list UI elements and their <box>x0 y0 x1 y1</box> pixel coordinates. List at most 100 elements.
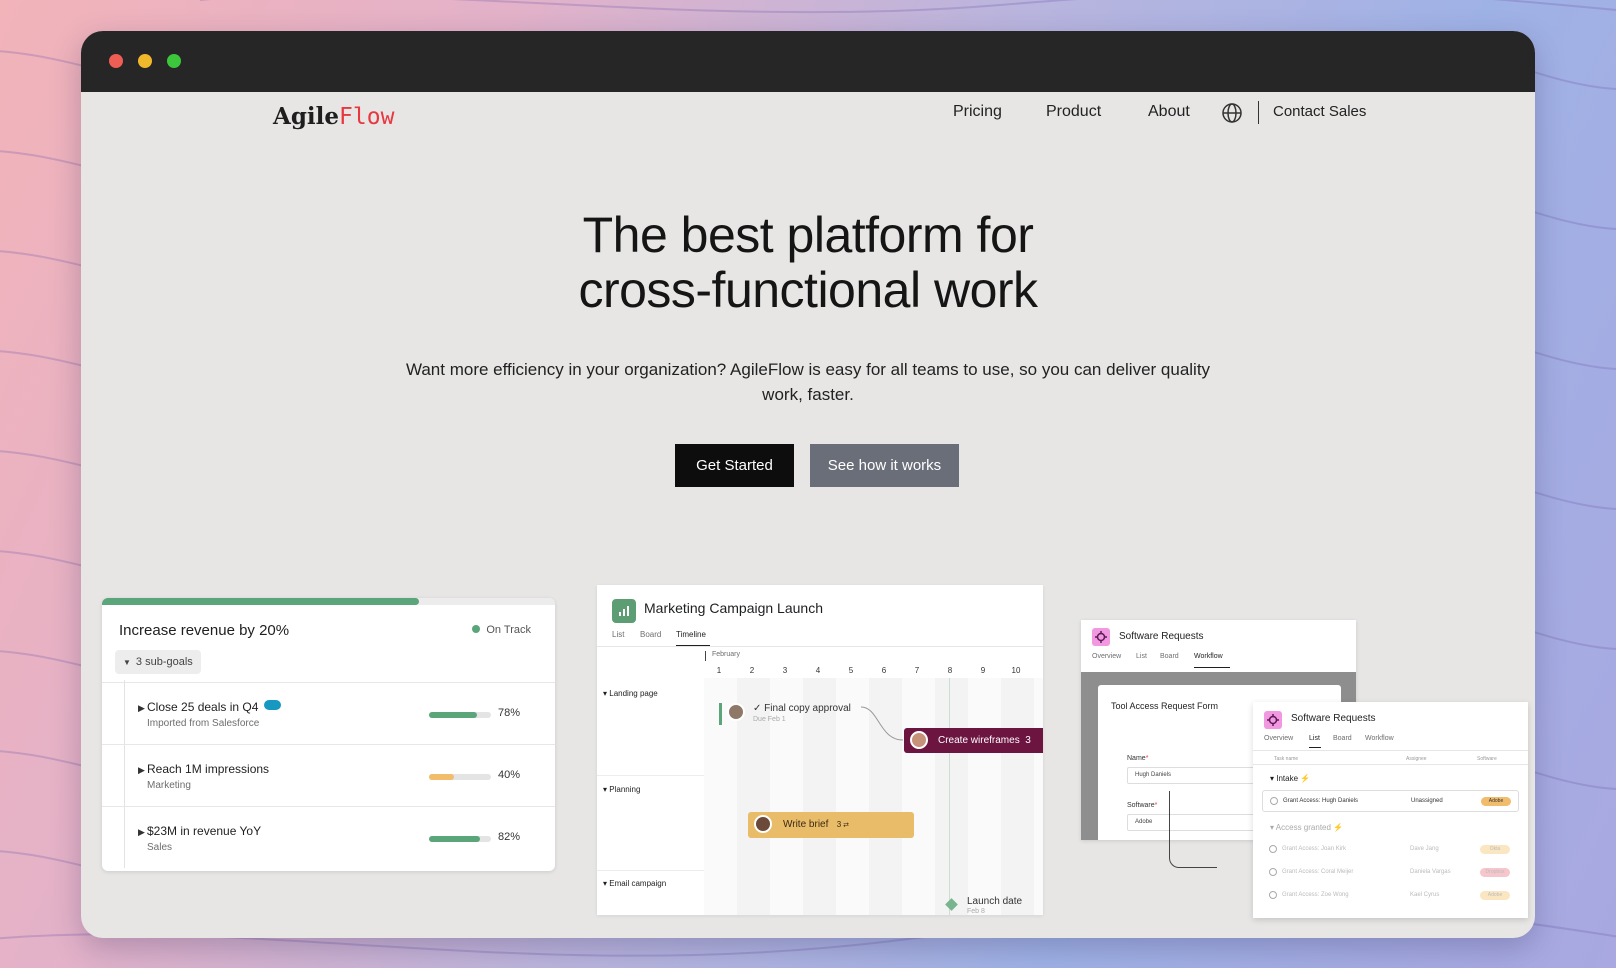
subgoal-name: Reach 1M impressions <box>147 762 270 776</box>
hero-title-line2: cross-functional work <box>578 262 1038 318</box>
month-label: February <box>705 651 740 661</box>
day-label: 9 <box>980 666 986 675</box>
milestone-launch-date[interactable]: Launch date <box>967 896 1022 907</box>
subgoal-percent: 40% <box>498 769 521 781</box>
task-create-wireframes[interactable]: Create wireframes 3 <box>904 728 1043 753</box>
subtask-icon: ⇄ <box>841 822 849 829</box>
gear-icon <box>1092 628 1110 646</box>
active-tab-underline <box>1309 747 1321 748</box>
subgoals-label: 3 sub-goals <box>135 656 193 668</box>
nav-divider <box>1258 101 1259 124</box>
divider <box>1253 750 1528 751</box>
tab-workflow[interactable]: Workflow <box>1365 735 1394 742</box>
subgoal-progress-bar <box>429 836 491 842</box>
day-label: 8 <box>947 666 953 675</box>
tab-list[interactable]: List <box>612 630 624 639</box>
name-label: Name* <box>1127 755 1149 762</box>
software-tag: Adobe <box>1480 891 1510 900</box>
tab-overview[interactable]: Overview <box>1264 735 1293 742</box>
globe-icon[interactable] <box>1221 102 1243 124</box>
check-icon[interactable] <box>1269 845 1277 853</box>
tab-board[interactable]: Board <box>1333 735 1352 742</box>
task-row[interactable]: Grant Access: Zoe Wong Kael Cyrus Adobe <box>1262 885 1519 907</box>
caret-right-icon: ▶ <box>138 827 145 837</box>
divider <box>597 646 1043 647</box>
subgoal-row[interactable]: ▶ Reach 1M impressions Marketing 40% <box>102 744 555 808</box>
task-label: Write brief <box>783 819 829 830</box>
task-name: Grant Access: Joan Kirk <box>1282 846 1347 852</box>
task-name: Grant Access: Zoe Wong <box>1282 892 1349 898</box>
tab-workflow[interactable]: Workflow <box>1194 653 1223 660</box>
subgoal-source: Imported from Salesforce <box>147 718 260 729</box>
hero-title-line1: The best platform for <box>582 207 1034 263</box>
section-planning[interactable]: ▾ Planning <box>603 785 640 794</box>
section-landing-page[interactable]: ▾ Landing page <box>603 689 658 698</box>
logo[interactable]: AgileFlow <box>273 103 394 130</box>
subgoal-source: Sales <box>147 842 173 853</box>
card-title: Software Requests <box>1119 631 1204 642</box>
window-titlebar <box>81 31 1535 92</box>
day-label: 4 <box>815 666 821 675</box>
logo-flow: Flow <box>339 104 395 130</box>
day-label: 1 <box>716 666 722 675</box>
project-title: Marketing Campaign Launch <box>644 600 823 616</box>
task-row[interactable]: Grant Access: Joan Kirk Dave Jang Okta <box>1262 839 1519 861</box>
task-row[interactable]: Grant Access: Coral Meijer Daniela Varga… <box>1262 862 1519 884</box>
close-window-button[interactable] <box>109 54 123 68</box>
day-label: 6 <box>881 666 887 675</box>
check-icon[interactable] <box>1270 797 1278 805</box>
subgoals-toggle[interactable]: ▼ 3 sub-goals <box>115 650 201 674</box>
section-divider <box>597 870 704 871</box>
check-icon[interactable] <box>1269 891 1277 899</box>
see-how-it-works-button[interactable]: See how it works <box>810 444 959 487</box>
minimize-window-button[interactable] <box>138 54 152 68</box>
task-name: Grant Access: Coral Meijer <box>1282 869 1354 875</box>
software-label: Software* <box>1127 802 1158 809</box>
task-final-copy-approval[interactable]: ✓ Final copy approval <box>753 703 851 714</box>
maximize-window-button[interactable] <box>167 54 181 68</box>
day-label: 3 <box>782 666 788 675</box>
tab-board[interactable]: Board <box>640 630 661 639</box>
nav-product[interactable]: Product <box>1046 103 1101 121</box>
nav-about[interactable]: About <box>1148 103 1190 121</box>
subgoal-row[interactable]: ▶ $23M in revenue YoY Sales 82% <box>102 806 555 870</box>
subgoal-percent: 78% <box>498 707 521 719</box>
column-header: Software <box>1477 756 1497 762</box>
column-header: Task name <box>1274 756 1299 762</box>
tab-list[interactable]: List <box>1309 735 1320 742</box>
project-chart-icon <box>612 599 636 623</box>
section-divider <box>597 775 704 776</box>
task-assignee: Dave Jang <box>1410 846 1439 852</box>
software-requests-list-card: Software Requests Overview List Board Wo… <box>1253 702 1528 918</box>
subgoal-row[interactable]: ▶ Close 25 deals in Q4 Imported from Sal… <box>102 682 555 746</box>
logo-agile: Agile <box>273 103 340 130</box>
group-access-granted[interactable]: ▾ Access granted ⚡ <box>1270 823 1343 832</box>
nav-pricing[interactable]: Pricing <box>953 103 1002 121</box>
subgoal-progress-fill <box>429 774 454 780</box>
section-email-campaign[interactable]: ▾ Email campaign <box>603 879 666 888</box>
task-label: Create wireframes <box>938 735 1020 746</box>
task-write-brief[interactable]: Write brief 3 ⇄ <box>748 812 914 838</box>
check-icon[interactable] <box>1269 868 1277 876</box>
software-tag: Dropbox <box>1480 868 1510 877</box>
tab-list[interactable]: List <box>1136 653 1147 660</box>
day-label: 10 <box>1011 666 1021 675</box>
task-assignee: Daniela Vargas <box>1410 869 1451 875</box>
tab-timeline[interactable]: Timeline <box>676 630 706 639</box>
task-row[interactable]: Grant Access: Hugh Daniels Unassigned Ad… <box>1262 790 1519 812</box>
group-intake[interactable]: ▾ Intake ⚡ <box>1270 774 1310 783</box>
gear-icon <box>1264 711 1282 729</box>
caret-right-icon: ▶ <box>138 703 145 713</box>
tab-board[interactable]: Board <box>1160 653 1179 660</box>
today-line <box>949 678 950 915</box>
get-started-button[interactable]: Get Started <box>675 444 794 487</box>
day-label: 7 <box>914 666 920 675</box>
goal-progress-fill <box>102 598 420 605</box>
tab-overview[interactable]: Overview <box>1092 653 1121 660</box>
software-tag: Adobe <box>1481 797 1511 806</box>
nav-contact-sales[interactable]: Contact Sales <box>1273 103 1366 120</box>
task-due-date: Due Feb 1 <box>753 716 786 723</box>
goals-card: Increase revenue by 20% On Track ▼ 3 sub-… <box>102 598 555 871</box>
dependency-arrow <box>860 706 904 741</box>
timeline-card: Marketing Campaign Launch List Board Tim… <box>597 585 1043 915</box>
